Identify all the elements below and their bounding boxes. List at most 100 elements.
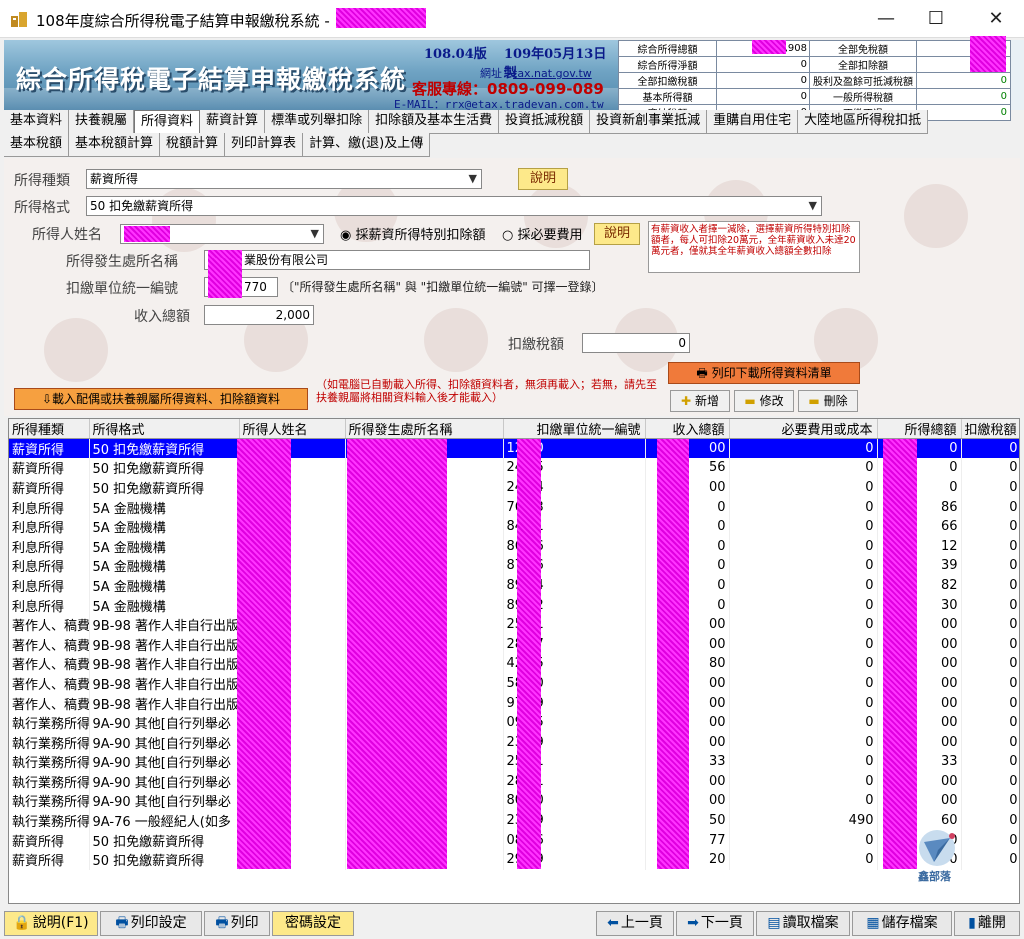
tab-tabs_row1-2[interactable]: 所得資料 <box>134 110 201 134</box>
column-header[interactable]: 所得發生處所名稱 <box>345 419 504 439</box>
printer-icon: 🖶 <box>215 915 229 931</box>
table-row[interactable]: 利息所得5A 金融機構行股份有89 3200300 <box>9 595 1019 615</box>
column-header[interactable]: 所得格式 <box>89 419 240 439</box>
column-header[interactable]: 扣繳稅額 <box>961 419 1019 439</box>
table-row[interactable]: 薪資所得50 扣免繳薪資所得業有限公司24 0400000 <box>9 477 1019 498</box>
necessary-expense-radio[interactable]: ○ 採必要費用 <box>502 224 583 243</box>
table-row[interactable]: 執行業務所得9A-90 其他[自行列舉必限公司80 40000000 <box>9 791 1019 811</box>
delete-button[interactable]: ▬ 刪除 <box>798 390 858 412</box>
table-cell: 0 <box>729 673 878 694</box>
exit-button[interactable]: ▮ 離開 <box>954 911 1020 936</box>
table-cell: 0 <box>961 771 1019 792</box>
table-cell: 薪資所得 <box>9 477 90 498</box>
table-row[interactable]: 薪資所得50 扣免繳薪資所得限公司12 7000000 <box>9 438 1019 459</box>
explain-button-2[interactable]: 說明 <box>594 223 640 245</box>
table-row[interactable]: 著作人、稿費9B-98 著作人非自行出版限公司58 00000000 <box>9 673 1019 694</box>
table-cell: 著作人、稿費 <box>9 634 90 655</box>
column-header[interactable]: 扣繳單位統一編號 <box>503 419 646 439</box>
edit-button[interactable]: ▬ 修改 <box>734 390 794 412</box>
table-cell: 執行業務所得 <box>9 712 90 733</box>
tab-tabs_row1-4[interactable]: 標準或列舉扣除 <box>265 110 370 134</box>
password-label: 密碼設定 <box>285 915 341 931</box>
table-row[interactable]: 執行業務所得9A-76 一般經紀人(如多限公司23 6950490600 <box>9 810 1019 831</box>
redacted-column-unit <box>517 439 541 869</box>
read-file-button[interactable]: ▤ 讀取檔案 <box>756 911 850 936</box>
table-row[interactable]: 薪資所得50 扣免繳薪資所得限公司24 5556000 <box>9 458 1019 478</box>
table-row[interactable]: 利息所得5A 金融機構份有限公86 5600120 <box>9 536 1019 557</box>
tab-tabs_row1-1[interactable]: 扶養親屬 <box>69 110 135 134</box>
table-row[interactable]: 著作人、稿費9B-98 著作人非自行出版有限公司97 59000000 <box>9 693 1019 713</box>
table-row[interactable]: 利息所得5A 金融機構限公司三76 2300860 <box>9 497 1019 517</box>
read-label: 讀取檔案 <box>782 915 839 931</box>
column-header[interactable]: 必要費用或成本 <box>729 419 878 439</box>
add-button[interactable]: ✚ 新增 <box>670 390 730 412</box>
special-deduction-radio[interactable]: ◉ 採薪資所得特別扣除額 <box>340 224 486 243</box>
table-row[interactable]: 薪資所得50 扣免繳薪資所得08 0677000 <box>9 830 1019 850</box>
column-header[interactable]: 所得種類 <box>9 419 90 439</box>
tab-tabs_row1-9[interactable]: 大陸地區所得稅扣抵 <box>798 110 929 134</box>
print-button[interactable]: 🖶 列印 <box>204 911 270 936</box>
table-row[interactable]: 利息所得5A 金融機構行股份有89 5400820 <box>9 575 1019 596</box>
source-value: 業股份有限公司 <box>244 253 329 267</box>
tab-tabs_row1-8[interactable]: 重購自用住宅 <box>707 110 799 134</box>
column-header[interactable]: 所得人姓名 <box>239 419 346 439</box>
tab-tabs_row1-7[interactable]: 投資新創事業抵減 <box>590 110 708 134</box>
help-button[interactable]: 🔒 說明(F1) <box>4 911 98 936</box>
grid-header-row: 所得種類 所得格式 所得人姓名 所得發生處所名稱 扣繳單位統一編號 收入總額 必要費用或成本… <box>9 419 1019 439</box>
table-row[interactable]: 執行業務所得9A-90 其他[自行列舉必限公司23 19000000 <box>9 732 1019 752</box>
summary-left-value: 0 <box>716 56 811 73</box>
table-row[interactable]: 利息所得5A 金融機構行股份有84 5100660 <box>9 516 1019 537</box>
tab-tabs_row2-2[interactable]: 稅額計算 <box>160 133 226 157</box>
table-row[interactable]: 著作人、稿費9B-98 著作人非自行出版技股份有28 57000000 <box>9 634 1019 655</box>
print-download-button[interactable]: 🖶 列印下載所得資料清單 <box>668 362 860 384</box>
chevron-down-icon: ▼ <box>808 199 817 212</box>
table-cell: 490 <box>729 810 878 831</box>
table-row[interactable]: 利息所得5A 金融機構限公司麗87 5600390 <box>9 556 1019 576</box>
table-row[interactable]: 執行業務所得9A-90 其他[自行列舉必司09 55000000 <box>9 712 1019 733</box>
table-row[interactable]: 執行業務所得9A-90 其他[自行列舉必司28 81000000 <box>9 771 1019 792</box>
tab-tabs_row2-4[interactable]: 計算、繳(退)及上傳 <box>303 133 431 157</box>
next-page-button[interactable]: ➡ 下一頁 <box>676 911 754 936</box>
column-header[interactable]: 收入總額 <box>645 419 730 439</box>
table-cell: 9A-76 一般經紀人(如多 <box>89 810 240 831</box>
table-cell: 50 扣免繳薪資所得 <box>89 477 240 498</box>
withholding-tax-input[interactable]: 0 <box>582 333 690 353</box>
save-file-button[interactable]: ▦ 儲存檔案 <box>852 911 952 936</box>
income-format-label: 所得格式 <box>14 200 70 216</box>
tab-tabs_row1-6[interactable]: 投資抵減稅額 <box>499 110 591 134</box>
tab-tabs_row2-3[interactable]: 列印計算表 <box>225 133 304 157</box>
table-row[interactable]: 著作人、稿費9B-98 著作人非自行出版司25 91000000 <box>9 614 1019 635</box>
table-row[interactable]: 薪資所得50 扣免繳薪資所得29 2920000 <box>9 849 1019 870</box>
table-cell: 9A-90 其他[自行列舉必 <box>89 712 240 733</box>
print-setup-button[interactable]: 🖶 列印設定 <box>100 911 202 936</box>
tab-tabs_row1-3[interactable]: 薪資計算 <box>200 110 266 134</box>
income-type-select[interactable]: 薪資所得 ▼ <box>86 169 482 189</box>
table-cell: 0 <box>961 849 1019 870</box>
tab-tabs_row1-5[interactable]: 扣除額及基本生活費 <box>369 110 500 134</box>
total-income-input[interactable]: 2,000 <box>204 305 314 325</box>
prev-page-button[interactable]: ⬅ 上一頁 <box>596 911 674 936</box>
load-family-button[interactable]: ⇩載入配偶或扶養親屬所得資料、扣除額資料 <box>14 388 308 410</box>
password-button[interactable]: 密碼設定 <box>272 911 354 936</box>
tab-tabs_row2-1[interactable]: 基本稅額計算 <box>69 133 161 157</box>
table-cell: 0 <box>961 516 1019 537</box>
table-cell: 0 <box>729 477 878 498</box>
summary-left-label: 綜合所得淨額 <box>618 56 717 73</box>
table-row[interactable]: 著作人、稿費9B-98 著作人非自行出版司42 45800000 <box>9 654 1019 674</box>
table-cell: 9B-98 著作人非自行出版 <box>89 654 240 674</box>
email-line: E-MAIL：rrx@etax.tradevan.com.tw <box>394 98 604 110</box>
delete-icon: ▬ <box>808 394 820 408</box>
column-header[interactable]: 所得總額 <box>877 419 962 439</box>
table-cell: 5A 金融機構 <box>89 575 240 596</box>
income-type-label: 所得種類 <box>14 173 70 189</box>
table-row[interactable]: 執行業務所得9A-90 其他[自行列舉必司25 91330330 <box>9 752 1019 772</box>
explain-button-1[interactable]: 說明 <box>518 168 568 190</box>
maximize-button[interactable]: ☐ <box>908 0 964 38</box>
income-format-select[interactable]: 50 扣免繳薪資所得 ▼ <box>86 196 822 216</box>
tab-tabs_row1-0[interactable]: 基本資料 <box>4 110 70 134</box>
close-button[interactable]: ✕ <box>968 0 1024 38</box>
table-cell: 50 扣免繳薪資所得 <box>89 849 240 870</box>
tab-tabs_row2-0[interactable]: 基本稅額 <box>4 133 70 157</box>
source-input[interactable]: 業股份有限公司 <box>204 250 590 270</box>
minimize-button[interactable]: — <box>858 0 914 38</box>
